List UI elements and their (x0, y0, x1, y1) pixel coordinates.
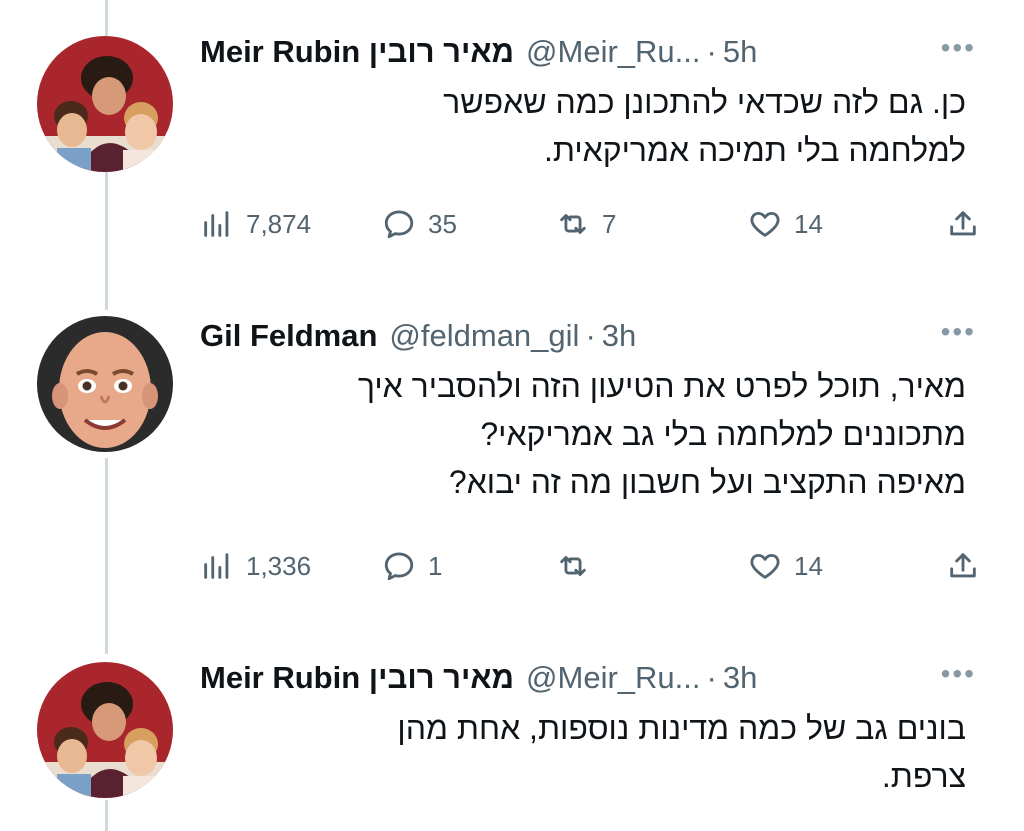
tweet-text: בונים גב של כמה מדינות נוספות, אחת מהן צ… (200, 704, 966, 800)
avatar[interactable] (37, 662, 173, 798)
separator-dot: · (706, 660, 717, 695)
tweet[interactable]: Meir Rubin מאיר רובין @Meir_Ru... · 3h •… (0, 0, 1024, 831)
tweet-text-line: צרפת. (881, 758, 966, 794)
display-name[interactable]: Meir Rubin מאיר רובין (200, 660, 514, 696)
user-handle[interactable]: @Meir_Ru... (526, 660, 700, 696)
tweet-text-line: בונים גב של כמה מדינות נוספות, אחת מהן (397, 710, 966, 746)
more-dots-icon[interactable]: ••• (941, 660, 976, 688)
timestamp[interactable]: 3h (723, 660, 757, 696)
tweet-header: Meir Rubin מאיר רובין @Meir_Ru... · 3h (200, 656, 757, 700)
